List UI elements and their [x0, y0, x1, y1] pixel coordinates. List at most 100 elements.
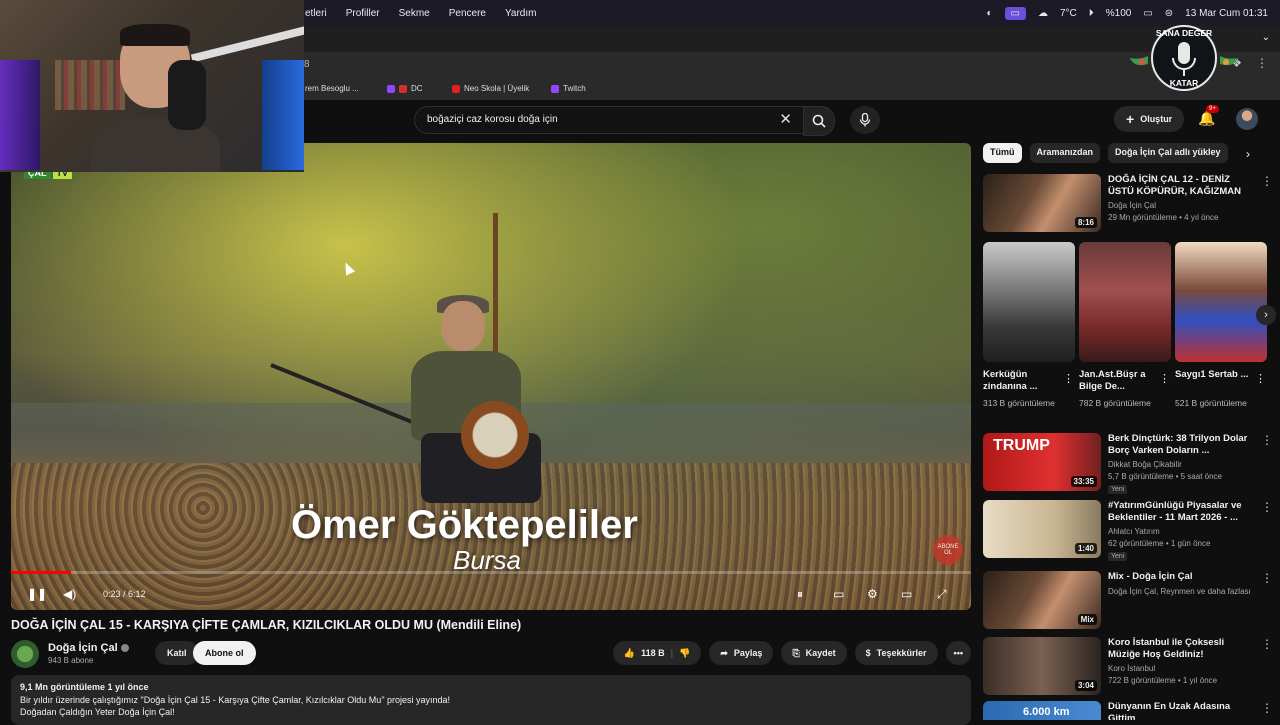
- more-vert-icon[interactable]: ⋮: [1261, 174, 1273, 188]
- more-menu-icon[interactable]: ⋮: [1256, 56, 1268, 71]
- chevron-right-icon[interactable]: ›: [1256, 305, 1276, 325]
- bookmark-item[interactable]: Neo Skola | Üyelik: [452, 84, 529, 93]
- description-box[interactable]: 9,1 Mn görüntüleme 1 yıl önce Bir yıldır…: [11, 675, 971, 725]
- recommendation-thumbnail[interactable]: 3:04: [983, 637, 1101, 695]
- screen-record-icon[interactable]: ▭: [1004, 6, 1026, 20]
- recommendation-item[interactable]: TRUMP 33:35 Berk Dinçtürk: 38 Trilyon Do…: [983, 433, 1273, 495]
- thumbs-down-icon[interactable]: 👎: [679, 648, 690, 659]
- menu-item-yardim[interactable]: Yardım: [505, 8, 537, 19]
- channel-avatar[interactable]: [11, 640, 39, 668]
- thanks-button[interactable]: $ Teşekkürler: [854, 641, 938, 665]
- more-vert-icon[interactable]: ⋮: [1261, 701, 1273, 715]
- menu-item-profiller[interactable]: Profiller: [346, 8, 380, 19]
- progress-bar[interactable]: [11, 571, 971, 574]
- notifications-button[interactable]: 🔔 9+: [1198, 105, 1219, 127]
- recommendation-channel[interactable]: Dikkat Boğa Çikabilir: [1108, 460, 1182, 469]
- recommendation-item[interactable]: 6.000 km Dünyanın En Uzak Adasına Gittim…: [983, 701, 1273, 720]
- more-vert-icon[interactable]: ⋮: [1261, 500, 1273, 514]
- chip-channel[interactable]: Doğa İçin Çal adlı yükley: [1108, 143, 1228, 163]
- recommendation-title[interactable]: Koro İstanbul ile Çoksesli Müziğe Hoş Ge…: [1108, 637, 1253, 661]
- recommendation-thumbnail[interactable]: 6.000 km: [983, 701, 1101, 720]
- more-vert-icon[interactable]: ⋮: [1261, 571, 1273, 585]
- recommendation-thumbnail[interactable]: Mix: [983, 571, 1101, 629]
- theater-mode-icon[interactable]: ▭: [901, 587, 912, 601]
- recommendation-channel[interactable]: Ahlatcı Yatırım: [1108, 527, 1160, 536]
- autoplay-toggle-icon[interactable]: ⏸: [797, 587, 803, 602]
- subtitles-icon[interactable]: ▭: [833, 587, 844, 601]
- subscribe-button[interactable]: Abone ol: [193, 641, 256, 665]
- url-text[interactable]: 8: [304, 59, 310, 70]
- status-icon[interactable]: ◐: [986, 8, 992, 19]
- microphone-icon: [859, 113, 871, 127]
- pause-icon[interactable]: ❚❚: [27, 587, 47, 601]
- logo-text-bottom: KATAR: [1170, 78, 1198, 88]
- share-button[interactable]: ➦ Paylaş: [709, 641, 774, 665]
- close-icon[interactable]: ✕: [779, 110, 792, 128]
- subscribe-watermark[interactable]: ABONE OL: [933, 535, 963, 565]
- control-center-icon[interactable]: ⊜: [1165, 8, 1173, 19]
- short-thumbnail[interactable]: [1175, 242, 1267, 362]
- volume-icon[interactable]: ◀): [63, 587, 76, 601]
- chevron-down-icon[interactable]: ⌄: [1262, 32, 1270, 43]
- save-button[interactable]: ⎘ Kaydet: [781, 641, 847, 665]
- more-vert-icon[interactable]: ⋮: [1261, 637, 1273, 651]
- more-vert-icon[interactable]: ⋮: [1261, 433, 1273, 447]
- share-icon: ➦: [720, 647, 728, 658]
- description-views: 9,1 Mn görüntüleme 1 yıl önce: [20, 682, 149, 692]
- recommendation-title[interactable]: Dünyanın En Uzak Adasına Gittim: [1108, 701, 1253, 720]
- recommendation-thumbnail[interactable]: 8:16: [983, 174, 1101, 232]
- sana-deger-katar-logo: SANA DEĞER KATAR: [1130, 25, 1238, 91]
- short-item[interactable]: Kerküğün zindanına ... 313 B görüntüleme…: [983, 242, 1075, 408]
- short-item[interactable]: Jan.Ast.Büşr a Bilge De... 782 B görüntü…: [1079, 242, 1171, 408]
- settings-gear-icon[interactable]: ⚙: [867, 587, 878, 601]
- short-views: 313 B görüntüleme: [983, 398, 1055, 408]
- recommendation-title[interactable]: Berk Dinçtürk: 38 Trilyon Dolar Borç Var…: [1108, 433, 1253, 457]
- short-thumbnail[interactable]: [1079, 242, 1171, 362]
- battery-icon: ▭: [1143, 7, 1153, 19]
- short-title[interactable]: Saygı1 Sertab ...: [1175, 369, 1255, 381]
- recommendation-thumbnail[interactable]: TRUMP 33:35: [983, 433, 1101, 491]
- play-icon[interactable]: ⏵: [1089, 8, 1094, 19]
- recommendation-channel[interactable]: Doğa İçin Çal, Reynmen ve daha fazlası: [1108, 587, 1251, 596]
- recommendation-item[interactable]: 3:04 Koro İstanbul ile Çoksesli Müziğe H…: [983, 637, 1273, 697]
- new-badge: Yeni: [1108, 552, 1128, 561]
- recommendation-channel[interactable]: Doğa İçin Çal: [1108, 201, 1156, 210]
- bookmark-item[interactable]: DC: [387, 84, 423, 93]
- recommendation-item[interactable]: Mix Mix - Doğa İçin Çal Doğa İçin Çal, R…: [983, 571, 1273, 631]
- recommendation-title[interactable]: DOĞA İÇİN ÇAL 12 - DENİZ ÜSTÜ KÖPÜRÜR, K…: [1108, 174, 1253, 198]
- bookmark-item[interactable]: Twitch: [551, 84, 586, 93]
- chip-all[interactable]: Tümü: [983, 143, 1022, 163]
- more-vert-icon[interactable]: ⋮: [1255, 372, 1266, 385]
- more-vert-icon[interactable]: ⋮: [1159, 372, 1170, 385]
- video-title: DOĞA İÇİN ÇAL 15 - KARŞIYA ÇİFTE ÇAMLAR,…: [11, 618, 522, 632]
- fullscreen-icon[interactable]: ⤢: [937, 587, 947, 602]
- short-title[interactable]: Kerküğün zindanına ...: [983, 369, 1063, 393]
- avatar[interactable]: [1236, 108, 1258, 130]
- more-vert-icon[interactable]: ⋮: [1063, 372, 1074, 385]
- chevron-right-icon[interactable]: ›: [1246, 147, 1250, 161]
- search-input[interactable]: boğaziçi caz korosu doğa için ✕: [414, 106, 805, 134]
- more-actions-button[interactable]: •••: [945, 641, 971, 665]
- short-item[interactable]: Saygı1 Sertab ... 521 B görüntüleme ⋮: [1175, 242, 1267, 408]
- create-button[interactable]: + Oluştur: [1114, 106, 1185, 132]
- recommendation-item[interactable]: 8:16 DOĞA İÇİN ÇAL 12 - DENİZ ÜSTÜ KÖPÜR…: [983, 174, 1273, 234]
- short-title[interactable]: Jan.Ast.Büşr a Bilge De...: [1079, 369, 1159, 393]
- channel-name[interactable]: Doğa İçin Çal: [48, 642, 129, 654]
- bookmark-label: Neo Skola | Üyelik: [464, 84, 530, 93]
- like-button[interactable]: 👍 118 B | 👎: [612, 641, 702, 665]
- menu-item-etleri[interactable]: etleri: [305, 8, 327, 19]
- menu-item-sekme[interactable]: Sekme: [399, 8, 430, 19]
- bookmark-item[interactable]: rem Besoglu ...: [305, 84, 359, 93]
- voice-search-button[interactable]: [850, 106, 880, 134]
- short-thumbnail[interactable]: [983, 242, 1075, 362]
- menu-item-pencere[interactable]: Pencere: [449, 8, 486, 19]
- recommendation-title[interactable]: #YatırımGünlüğü Piyasalar ve Beklentiler…: [1108, 500, 1253, 524]
- join-button[interactable]: Katıl: [155, 641, 199, 665]
- search-button[interactable]: [803, 106, 835, 136]
- chip-from-search[interactable]: Aramanızdan: [1029, 143, 1101, 163]
- recommendation-item[interactable]: 1:40 #YatırımGünlüğü Piyasalar ve Beklen…: [983, 500, 1273, 562]
- recommendation-thumbnail[interactable]: 1:40: [983, 500, 1101, 558]
- video-player[interactable]: ÇAL TV Ömer Göktepeliler Bursa ABONE OL …: [11, 143, 971, 610]
- recommendation-title[interactable]: Mix - Doğa İçin Çal: [1108, 571, 1253, 583]
- recommendation-channel[interactable]: Koro İstanbul: [1108, 664, 1155, 673]
